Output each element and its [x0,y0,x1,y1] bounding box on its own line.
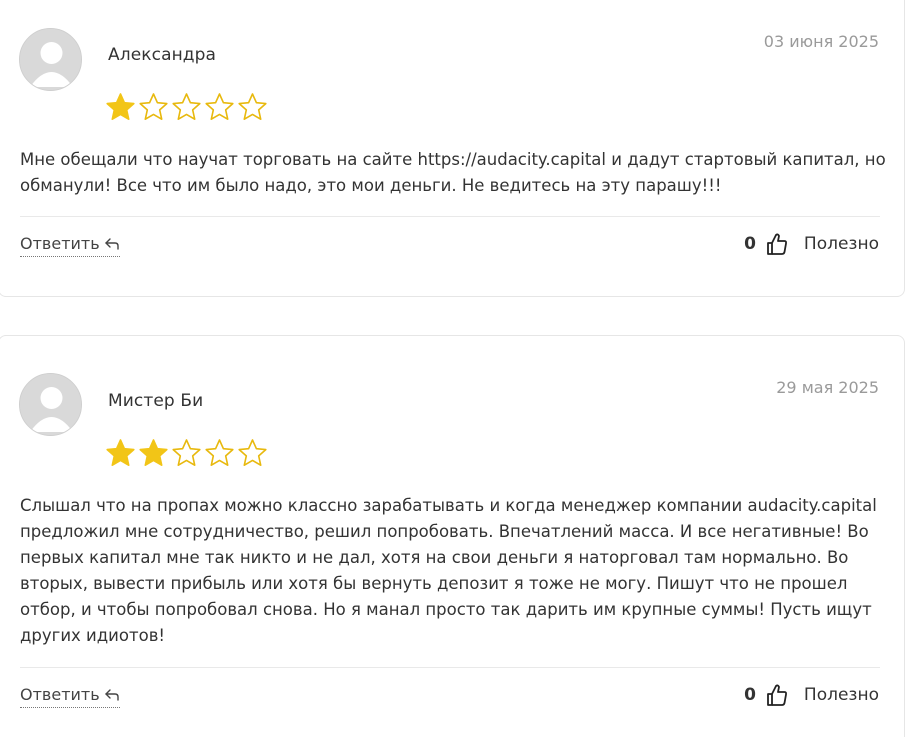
helpful-label[interactable]: Полезно [804,234,879,254]
reply-button[interactable]: Ответить [20,234,120,257]
divider [20,216,880,217]
helpful-label[interactable]: Полезно [804,685,879,705]
avatar [19,373,82,436]
reply-label: Ответить [20,234,100,253]
review-author: Мистер Би [108,391,204,411]
review-card: Мистер Би 29 мая 2025 Слышал что на проп… [0,335,905,737]
review-card: Александра 03 июня 2025 Мне обещали что … [0,0,905,297]
star-empty-icon [205,93,234,121]
star-filled-icon [106,439,135,467]
user-silhouette-icon [20,29,81,90]
review-date: 29 мая 2025 [776,378,879,397]
reply-arrow-icon [104,688,119,701]
reply-arrow-icon [104,237,119,250]
star-filled-icon [106,93,135,121]
review-date: 03 июня 2025 [763,32,879,51]
review-author: Александра [108,45,217,65]
rating-stars [105,438,268,469]
helpful-section: 0 Полезно [744,232,879,256]
reply-button[interactable]: Ответить [20,685,120,708]
helpful-count: 0 [744,685,756,705]
review-text: Слышал что на пропах можно классно зараб… [20,496,877,645]
helpful-count: 0 [744,234,756,254]
thumbs-up-icon[interactable] [766,232,788,256]
star-filled-icon [139,439,168,467]
star-empty-icon [172,439,201,467]
reply-label: Ответить [20,685,100,704]
star-empty-icon [238,439,267,467]
star-empty-icon [205,439,234,467]
review-text: Мне обещали что научат торговать на сайт… [20,150,886,195]
avatar [19,28,82,91]
divider [20,667,880,668]
star-empty-icon [238,93,267,121]
rating-stars [105,92,268,123]
star-empty-icon [139,93,168,121]
thumbs-up-icon[interactable] [766,683,788,707]
helpful-section: 0 Полезно [744,683,879,707]
star-empty-icon [172,93,201,121]
user-silhouette-icon [20,374,81,435]
